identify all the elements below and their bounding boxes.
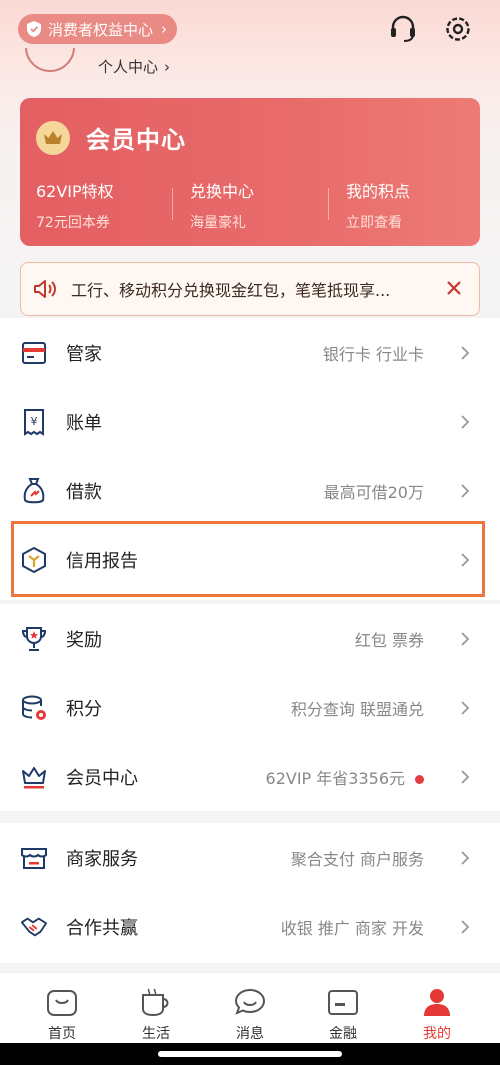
vip-privilege-item[interactable]: 62VIP特权 72元回本券 [36, 178, 186, 232]
highlight-box [11, 521, 485, 597]
profile-center-label: 个人中心 [98, 58, 159, 76]
menu-group-3: 商家服务 聚合支付 商户服务 合作共赢 收银 推广 商家 开发 [0, 823, 500, 963]
menu-item-label: 管家 [66, 343, 102, 365]
menu-item-label: 积分 [66, 698, 102, 720]
menu-item-hint-text: 62VIP 年省3356元 [265, 768, 405, 788]
speaker-icon [34, 280, 56, 298]
notification-dot [415, 774, 424, 784]
chevron-right-icon [461, 414, 470, 429]
divider [328, 188, 329, 220]
my-points-item[interactable]: 我的积点 立即查看 [346, 178, 496, 232]
tab-label: 首页 [48, 1026, 76, 1042]
money-bag-icon [20, 477, 48, 505]
tab-life[interactable]: 生活 [121, 985, 191, 1043]
chevron-right-icon [461, 700, 470, 715]
menu-item-hint: 收银 推广 商家 开发 [280, 918, 424, 938]
profile-center-link[interactable]: 个人中心 › [98, 56, 170, 77]
menu-item-loan[interactable]: 借款 最高可借20万 [0, 456, 500, 525]
settings-button[interactable] [441, 12, 475, 46]
chevron-right-icon [461, 345, 470, 360]
crown-icon [20, 763, 48, 791]
menu-group-2: 奖励 红包 票券 积分 积分查询 联盟通兑 会员中心 62VIP 年省3356元 [0, 604, 500, 811]
svg-text:¥: ¥ [31, 415, 38, 428]
vip-privilege-title: 62VIP特权 [36, 182, 114, 201]
menu-item-merchant-service[interactable]: 商家服务 聚合支付 商户服务 [0, 823, 500, 892]
chevron-right-icon [461, 769, 470, 784]
life-cup-icon [121, 985, 191, 1019]
home-indicator[interactable] [158, 1051, 342, 1057]
consumer-rights-button[interactable]: 消费者权益中心 › [18, 14, 178, 44]
notice-close-button[interactable] [441, 275, 467, 301]
trophy-icon [20, 625, 48, 653]
points-icon [20, 694, 48, 722]
bill-icon: ¥ [20, 408, 48, 436]
chevron-right-icon: › [161, 20, 168, 38]
menu-item-points[interactable]: 积分 积分查询 联盟通兑 [0, 673, 500, 742]
notice-text: 工行、移动积分兑换现金红包，笔笔抵现享... [71, 281, 391, 300]
menu-item-label: 商家服务 [66, 848, 138, 870]
tab-messages[interactable]: 消息 [215, 985, 285, 1043]
gear-icon [446, 17, 470, 41]
finance-icon [308, 985, 378, 1019]
shield-icon [27, 21, 41, 37]
tab-profile[interactable]: 我的 [402, 985, 472, 1043]
customer-service-button[interactable] [386, 12, 420, 46]
menu-item-hint: 聚合支付 商户服务 [290, 849, 424, 869]
bottom-tab-bar: 首页 生活 消息 金融 我的 [0, 972, 500, 1044]
tab-label: 我的 [423, 1026, 451, 1042]
home-icon [27, 985, 97, 1019]
card-manager-icon [20, 339, 48, 367]
handshake-icon [20, 913, 48, 941]
chevron-right-icon [461, 919, 470, 934]
my-points-subtitle: 立即查看 [346, 215, 402, 231]
message-icon [215, 985, 285, 1019]
menu-item-hint: 银行卡 行业卡 [322, 344, 424, 364]
menu-item-member-center[interactable]: 会员中心 62VIP 年省3356元 [0, 742, 500, 811]
profile-icon [402, 985, 472, 1019]
chevron-right-icon [461, 631, 470, 646]
exchange-center-item[interactable]: 兑换中心 海量豪礼 [190, 178, 340, 232]
divider [172, 188, 173, 220]
menu-item-hint: 最高可借20万 [323, 482, 424, 502]
tab-label: 金融 [329, 1026, 357, 1042]
menu-item-hint: 62VIP 年省3356元 [266, 765, 424, 789]
headset-icon [391, 15, 415, 42]
menu-item-hint: 积分查询 联盟通兑 [290, 699, 424, 719]
menu-item-hint: 红包 票券 [354, 630, 424, 650]
vip-card-title: 会员中心 [86, 126, 186, 154]
menu-item-label: 奖励 [66, 629, 102, 651]
menu-item-label: 账单 [66, 412, 102, 434]
store-icon [20, 844, 48, 872]
chevron-right-icon: › [164, 57, 171, 76]
vip-card-header: 会员中心 [36, 120, 186, 155]
menu-item-manager[interactable]: 管家 银行卡 行业卡 [0, 318, 500, 387]
tab-label: 生活 [142, 1026, 170, 1042]
chevron-right-icon [461, 850, 470, 865]
tab-finance[interactable]: 金融 [308, 985, 378, 1043]
consumer-rights-label: 消费者权益中心 [48, 20, 154, 39]
menu-item-cooperation[interactable]: 合作共赢 收银 推广 商家 开发 [0, 892, 500, 961]
menu-item-label: 会员中心 [66, 767, 138, 789]
tab-label: 消息 [236, 1026, 264, 1042]
chevron-right-icon [461, 483, 470, 498]
menu-item-label: 合作共赢 [66, 917, 138, 939]
menu-item-label: 借款 [66, 481, 102, 503]
exchange-center-subtitle: 海量豪礼 [190, 215, 246, 231]
vip-card[interactable]: 会员中心 62VIP特权 72元回本券 兑换中心 海量豪礼 我的积点 立即查看 [20, 98, 480, 246]
tab-home[interactable]: 首页 [27, 985, 97, 1043]
menu-item-rewards[interactable]: 奖励 红包 票券 [0, 604, 500, 673]
exchange-center-title: 兑换中心 [190, 182, 255, 201]
menu-item-bill[interactable]: ¥ 账单 [0, 387, 500, 456]
close-icon [447, 281, 461, 295]
my-points-title: 我的积点 [346, 182, 411, 201]
crown-badge-icon [36, 120, 70, 155]
notice-bar[interactable]: 工行、移动积分兑换现金红包，笔笔抵现享... [20, 262, 480, 316]
vip-privilege-subtitle: 72元回本券 [36, 215, 110, 231]
